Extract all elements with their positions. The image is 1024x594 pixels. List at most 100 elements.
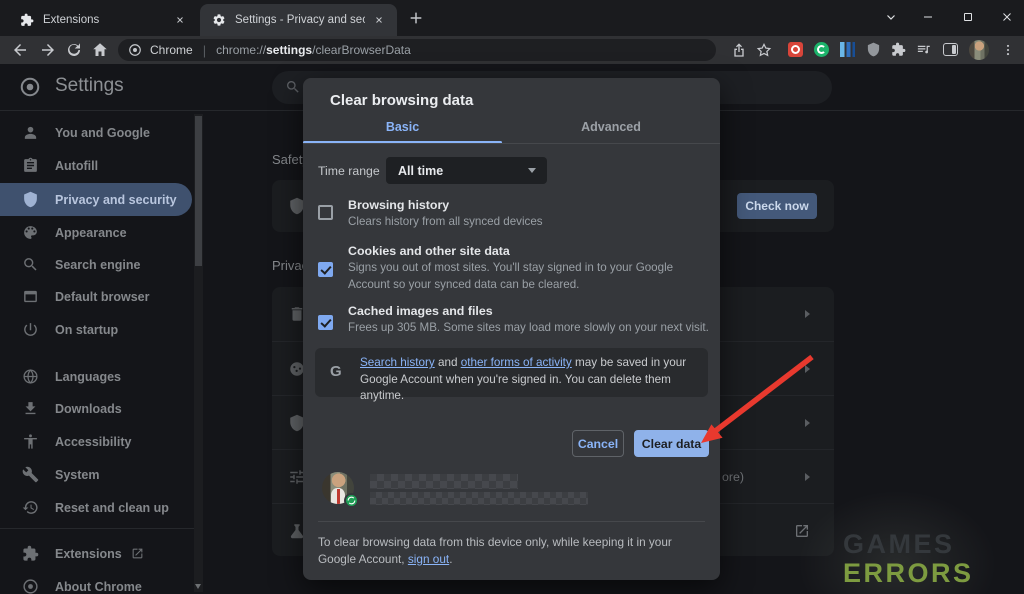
extension-blue-bars-icon[interactable] [840, 42, 855, 57]
checkbox-desc: Signs you out of most sites. You'll stay… [348, 260, 712, 293]
globe-icon [22, 368, 39, 385]
address-bar[interactable]: Chrome | chrome://settings/clearBrowserD… [118, 39, 716, 61]
sidebar-item-languages[interactable]: Languages [0, 360, 192, 393]
scrollbar-down-arrow-icon[interactable] [195, 584, 201, 589]
tab-advanced[interactable]: Advanced [502, 120, 720, 142]
share-icon[interactable] [731, 42, 747, 58]
sidebar-item-appearance[interactable]: Appearance [0, 216, 192, 249]
home-button[interactable] [91, 41, 109, 59]
bookmark-star-icon[interactable] [756, 42, 772, 58]
clear-browsing-data-dialog: Clear browsing data Basic Advanced Time … [303, 78, 720, 580]
url-path: /clearBrowserData [312, 43, 411, 57]
shield-icon [22, 191, 39, 208]
scrollbar-thumb[interactable] [195, 116, 202, 266]
checkbox-title: Browsing history [348, 198, 449, 212]
checkbox-2[interactable] [318, 315, 333, 330]
window-close-button[interactable] [994, 6, 1020, 28]
window-minimize-button[interactable] [915, 6, 941, 28]
sidebar-item-reset-and-clean-up[interactable]: Reset and clean up [0, 491, 192, 524]
chrome-logo-icon [128, 43, 142, 57]
sidebar-item-autofill[interactable]: Autofill [0, 149, 192, 182]
extension-shield-icon[interactable] [866, 42, 881, 57]
close-tab-icon[interactable] [172, 12, 188, 28]
checkbox-1[interactable] [318, 262, 333, 277]
palette-icon [22, 224, 39, 241]
chrome-settings-logo-icon [19, 76, 41, 98]
page-title: Settings [55, 75, 124, 97]
checkbox-desc: Frees up 305 MB. Some sites may load mor… [348, 320, 712, 337]
sidebar-item-system[interactable]: System [0, 458, 192, 491]
games-errors-watermark: GAMES ERRORS [843, 530, 974, 588]
sign-out-link[interactable]: sign out [408, 552, 449, 566]
browser-window-icon [22, 288, 39, 305]
chevron-right-icon [805, 419, 810, 427]
browser-toolbar: Chrome | chrome://settings/clearBrowserD… [0, 36, 1024, 64]
clipboard-icon [22, 157, 39, 174]
blurred-account-name [370, 474, 518, 489]
tab-search-button[interactable] [878, 6, 904, 28]
profile-avatar[interactable] [969, 40, 989, 60]
dialog-title: Clear browsing data [330, 92, 473, 109]
chevron-down-icon [885, 11, 897, 23]
browser-window: Extensions Settings - Privacy and securi… [0, 0, 1024, 594]
forward-button[interactable] [39, 41, 57, 59]
blurred-account-email [370, 492, 588, 505]
sidebar-scrollbar[interactable] [194, 114, 203, 592]
sidebar-item-you-and-google[interactable]: You and Google [0, 116, 192, 149]
extension-grammarly-icon[interactable] [814, 42, 829, 57]
caret-down-icon [528, 168, 536, 173]
external-link-icon [131, 547, 144, 560]
sidebar-item-extensions[interactable]: Extensions [0, 537, 192, 570]
sidebar-item-accessibility[interactable]: Accessibility [0, 425, 192, 458]
sidebar-item-downloads[interactable]: Downloads [0, 392, 192, 425]
maximize-icon [962, 11, 974, 23]
search-icon [22, 256, 39, 273]
puzzle-icon [22, 545, 39, 562]
cancel-button[interactable]: Cancel [572, 430, 624, 457]
tabs-divider [303, 143, 720, 144]
address-bar-separator: | [203, 43, 206, 58]
sidebar-divider [0, 528, 195, 529]
window-maximize-button[interactable] [955, 6, 981, 28]
watermark-line2: ERRORS [843, 559, 974, 588]
tab-basic[interactable]: Basic [303, 120, 502, 142]
checkbox-0[interactable] [318, 205, 333, 220]
back-button[interactable] [11, 41, 29, 59]
sidebar-item-about-chrome[interactable]: About Chrome [0, 570, 192, 594]
other-activity-link[interactable]: other forms of activity [461, 356, 572, 369]
google-account-notice: G Search history and other forms of acti… [315, 348, 708, 397]
check-now-button[interactable]: Check now [737, 193, 817, 219]
extension-red-icon[interactable] [788, 42, 803, 57]
sidebar-item-default-browser[interactable]: Default browser [0, 280, 192, 313]
time-range-dropdown[interactable]: All time [386, 157, 547, 184]
sync-badge-icon [344, 493, 359, 508]
checkbox-title: Cookies and other site data [348, 244, 510, 258]
tab-settings[interactable]: Settings - Privacy and security [200, 4, 397, 36]
extensions-menu-icon[interactable] [891, 42, 906, 57]
address-bar-brand: Chrome [150, 43, 193, 57]
time-range-value: All time [398, 164, 443, 178]
accessibility-icon [22, 433, 39, 450]
chevron-right-icon [805, 310, 810, 318]
media-list-icon[interactable] [916, 42, 931, 57]
dialog-footer-divider [318, 521, 705, 522]
time-range-label: Time range [318, 164, 380, 178]
close-tab-icon[interactable] [371, 12, 387, 28]
sidebar-item-privacy-and-security[interactable]: Privacy and security [0, 183, 192, 216]
new-tab-button[interactable] [408, 10, 424, 26]
sidebar-item-on-startup[interactable]: On startup [0, 313, 192, 346]
tab-label: Extensions [43, 14, 166, 26]
url-scheme: chrome:// [216, 43, 266, 57]
side-panel-icon[interactable] [943, 43, 958, 56]
tab-extensions[interactable]: Extensions [8, 4, 198, 36]
reload-button[interactable] [65, 41, 83, 59]
power-icon [22, 321, 39, 338]
menu-dots-icon[interactable] [1001, 41, 1015, 59]
close-icon [1001, 11, 1013, 23]
chrome-logo-icon [22, 578, 39, 594]
restore-clock-icon [22, 499, 39, 516]
search-history-link[interactable]: Search history [360, 356, 435, 369]
gear-icon [212, 13, 226, 27]
sidebar-item-search-engine[interactable]: Search engine [0, 248, 192, 281]
clear-data-button[interactable]: Clear data [634, 430, 709, 457]
